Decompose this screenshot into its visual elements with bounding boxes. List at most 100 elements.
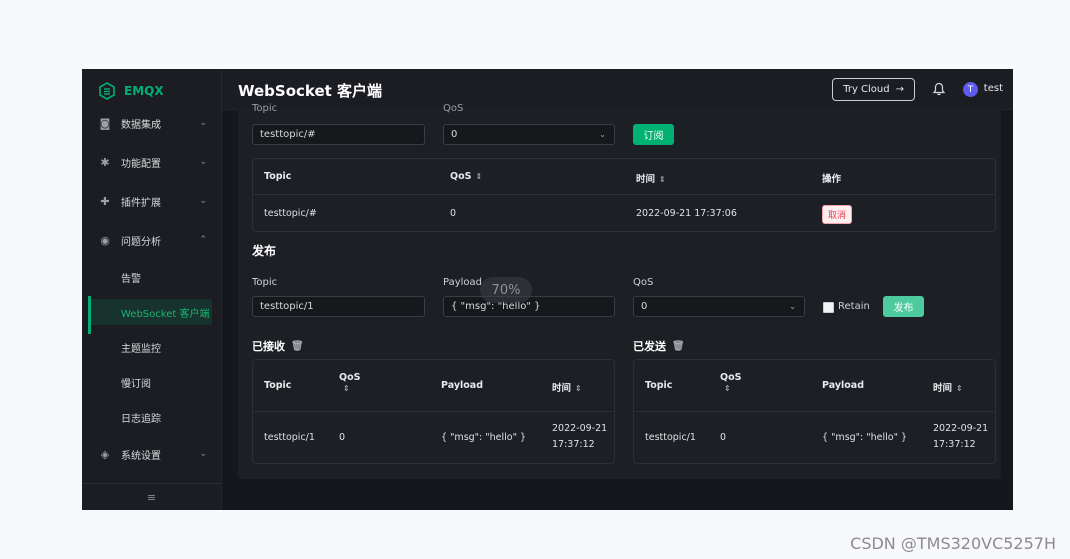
received-title-text: 已接收: [252, 340, 285, 353]
cell-qos: 0: [720, 432, 727, 443]
sidebar-item-integration[interactable]: ◙ 数据集成 ⌄: [82, 110, 221, 136]
column-header-label: QoS: [720, 372, 742, 383]
cell-qos: 0: [450, 208, 457, 219]
column-header-payload[interactable]: Payload: [822, 380, 864, 391]
sent-title-text: 已发送: [633, 340, 666, 353]
sidebar-subitem-label: 慢订阅: [121, 378, 151, 390]
sidebar-item-label: 数据集成: [121, 119, 161, 131]
emqx-logo-icon: [99, 82, 115, 100]
cell-topic: testtopic/1: [645, 432, 696, 443]
sidebar-subitem-label: 日志追踪: [121, 413, 161, 425]
subscribe-qos-value: 0: [451, 129, 458, 140]
cell-payload: { "msg": "hello" }: [822, 432, 908, 443]
cell-time-clock: 17:37:12: [933, 439, 976, 450]
column-header-label: QoS: [339, 372, 361, 383]
column-header-time[interactable]: 时间 ⇕: [933, 380, 963, 394]
cell-payload: { "msg": "hello" }: [441, 432, 527, 443]
sidebar-subitem-alarms[interactable]: 告警: [82, 264, 221, 290]
loading-indicator: 70%: [480, 277, 532, 303]
logo[interactable]: EMQX: [98, 81, 164, 101]
unsubscribe-button[interactable]: 取消: [822, 205, 853, 224]
sidebar-item-plugins[interactable]: ✚ 插件扩展 ⌄: [82, 188, 221, 214]
publish-topic-input[interactable]: testtopic/1: [252, 296, 425, 317]
avatar[interactable]: T: [963, 82, 978, 97]
sidebar-subitem-trace[interactable]: 日志追踪: [82, 404, 221, 430]
sidebar-item-system[interactable]: ◈ 系统设置 ⌄: [82, 441, 221, 467]
sent-title: 已发送 🗑: [633, 338, 685, 354]
chevron-down-icon: ⌄: [199, 157, 207, 167]
retain-label: Retain: [838, 301, 870, 312]
chevron-down-icon: ⌄: [199, 196, 207, 206]
divider: [253, 194, 995, 195]
sidebar-subitem-label: WebSocket 客户端: [121, 308, 210, 320]
sidebar: EMQX ◙ 数据集成 ⌄ ✱ 功能配置 ⌄ ✚ 插件扩展 ⌄ ◉ 问题分析 ⌃…: [82, 69, 222, 510]
plugin-icon: ✚: [100, 194, 110, 208]
integration-icon: ◙: [99, 116, 111, 130]
subscribe-qos-label: QoS: [443, 103, 464, 114]
sort-icon: ⇕: [575, 384, 582, 393]
publish-topic-value: testtopic/1: [260, 301, 314, 312]
chevron-down-icon: ⌄: [199, 118, 207, 128]
sort-icon: ⇕: [343, 384, 350, 393]
collapse-sidebar-button[interactable]: ≡: [82, 483, 221, 510]
payload-input[interactable]: { "msg": "hello" }: [443, 296, 615, 317]
column-header-label: QoS: [450, 171, 472, 182]
column-header-payload[interactable]: Payload: [441, 380, 483, 391]
trash-icon[interactable]: 🗑: [672, 341, 685, 352]
cell-qos: 0: [339, 432, 346, 443]
subscribe-button[interactable]: 订阅: [633, 124, 674, 145]
retain-checkbox[interactable]: [823, 302, 834, 313]
sidebar-item-config[interactable]: ✱ 功能配置 ⌄: [82, 149, 221, 175]
column-header-qos[interactable]: QoS ⇕: [339, 372, 360, 394]
column-header-qos[interactable]: QoS ⇕: [450, 171, 482, 182]
received-title: 已接收 🗑: [252, 338, 304, 354]
subscriptions-table: Topic QoS ⇕ 时间 ⇕ 操作 testtopic/# 0 2022-09-…: [252, 158, 996, 232]
column-header-label: 时间: [636, 174, 656, 185]
sort-icon: ⇕: [659, 175, 666, 184]
chevron-up-icon: ⌃: [199, 235, 207, 245]
column-header-time[interactable]: 时间 ⇕: [552, 380, 582, 394]
bell-icon[interactable]: [932, 82, 946, 96]
column-header-time[interactable]: 时间 ⇕: [636, 171, 666, 185]
arrow-right-icon: →: [895, 84, 904, 95]
try-cloud-button[interactable]: Try Cloud →: [832, 78, 915, 101]
publish-qos-value: 0: [641, 301, 648, 312]
subscribe-qos-select[interactable]: 0 ⌄: [443, 124, 615, 145]
publish-topic-label: Topic: [252, 277, 278, 288]
publish-qos-label: QoS: [633, 277, 654, 288]
column-header-qos[interactable]: QoS ⇕: [720, 372, 741, 394]
sidebar-item-label: 插件扩展: [121, 197, 161, 209]
column-header-topic[interactable]: Topic: [264, 171, 291, 182]
publish-title: 发布: [252, 244, 277, 258]
subscribe-topic-label: Topic: [252, 103, 278, 114]
diagnose-icon: ◉: [100, 233, 110, 247]
sort-icon: ⇕: [475, 172, 483, 181]
sidebar-subitem-topic-metrics[interactable]: 主题监控: [82, 334, 221, 360]
username[interactable]: test: [984, 83, 1003, 94]
cell-topic: testtopic/1: [264, 432, 315, 443]
page-title: WebSocket 客户端: [238, 82, 383, 100]
column-header-label: 时间: [552, 383, 572, 394]
column-header-topic[interactable]: Topic: [645, 380, 672, 391]
gear-icon: ✱: [100, 155, 110, 169]
sidebar-subitem-websocket[interactable]: WebSocket 客户端: [88, 296, 212, 334]
received-table: Topic QoS ⇕ Payload 时间 ⇕ testtopic/1 0 { "…: [252, 359, 615, 464]
cell-time: 2022-09-21 17:37:06: [636, 208, 737, 219]
sort-icon: ⇕: [956, 384, 963, 393]
logo-text: EMQX: [124, 84, 164, 98]
cell-time-date: 2022-09-21: [933, 423, 989, 434]
app-window: EMQX ◙ 数据集成 ⌄ ✱ 功能配置 ⌄ ✚ 插件扩展 ⌄ ◉ 问题分析 ⌃…: [82, 69, 1013, 510]
publish-qos-select[interactable]: 0 ⌄: [633, 296, 805, 317]
publish-payload-label: Payload: [443, 277, 482, 288]
subscribe-topic-input[interactable]: testtopic/#: [252, 124, 425, 145]
sidebar-subitem-slow-subs[interactable]: 慢订阅: [82, 369, 221, 395]
column-header-topic[interactable]: Topic: [264, 380, 291, 391]
cell-time-date: 2022-09-21: [552, 423, 608, 434]
cell-time-clock: 17:37:12: [552, 439, 595, 450]
trash-icon[interactable]: 🗑: [291, 341, 304, 352]
header: WebSocket 客户端 Try Cloud → T test: [222, 69, 1013, 110]
chevron-down-icon: ⌄: [789, 302, 796, 311]
publish-button[interactable]: 发布: [883, 296, 924, 317]
sidebar-item-diagnose[interactable]: ◉ 问题分析 ⌃: [82, 227, 221, 253]
watermark: CSDN @TMS320VC5257H: [850, 534, 1056, 553]
